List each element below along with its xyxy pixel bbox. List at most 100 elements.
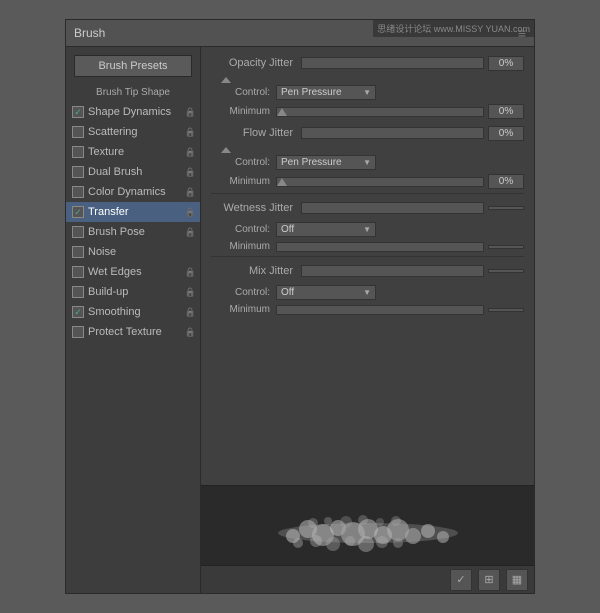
- minimum1-slider[interactable]: [276, 107, 484, 117]
- mix-jitter-row: Mix Jitter: [211, 261, 524, 281]
- lock-icon-shape-dynamics: 🔒: [185, 107, 196, 118]
- mix-jitter-slider[interactable]: [301, 265, 484, 277]
- sidebar: Brush Presets Brush Tip Shape ✓ Shape Dyn…: [66, 47, 201, 593]
- minimum2-label: Minimum: [221, 176, 276, 187]
- brush-presets-button[interactable]: Brush Presets: [74, 55, 192, 77]
- checkbox-protect-texture[interactable]: [72, 326, 84, 338]
- lock-icon-color-dynamics: 🔒: [185, 187, 196, 198]
- dropdown2-arrow: ▼: [363, 158, 371, 167]
- minimum1-label: Minimum: [221, 106, 276, 117]
- minimum2-thumb: [277, 178, 287, 186]
- label-scattering: Scattering: [88, 126, 183, 138]
- lock-icon-texture: 🔒: [185, 147, 196, 158]
- label-dual-brush: Dual Brush: [88, 166, 183, 178]
- minimum4-slider[interactable]: [276, 305, 484, 315]
- minimum2-value[interactable]: 0%: [488, 174, 524, 189]
- flow-jitter-row: Flow Jitter 0%: [211, 123, 524, 143]
- label-build-up: Build-up: [88, 286, 183, 298]
- control2-row: Control: Pen Pressure ▼: [211, 155, 524, 170]
- label-color-dynamics: Color Dynamics: [88, 186, 183, 198]
- control4-label: Control:: [221, 287, 276, 298]
- checkbox-wet-edges[interactable]: [72, 266, 84, 278]
- label-transfer: Transfer: [88, 206, 183, 218]
- up-arrow-icon1: [221, 77, 231, 83]
- label-shape-dynamics: Shape Dynamics: [88, 106, 183, 118]
- checkbox-brush-pose[interactable]: [72, 226, 84, 238]
- sidebar-item-transfer[interactable]: ✓ Transfer🔒: [66, 202, 200, 222]
- checkbox-noise[interactable]: [72, 246, 84, 258]
- flow-jitter-slider[interactable]: [301, 127, 484, 139]
- mix-jitter-label: Mix Jitter: [211, 265, 301, 277]
- mix-jitter-value[interactable]: [488, 269, 524, 273]
- wetness-jitter-value[interactable]: [488, 206, 524, 210]
- control3-row: Control: Off ▼: [211, 222, 524, 237]
- flow-jitter-label: Flow Jitter: [211, 127, 301, 139]
- opacity-jitter-slider[interactable]: [301, 57, 484, 69]
- sidebar-item-wet-edges[interactable]: Wet Edges🔒: [66, 262, 200, 282]
- minimum3-row: Minimum: [211, 241, 524, 252]
- brush-tip-shape-label: Brush Tip Shape: [66, 85, 200, 102]
- sidebar-item-brush-pose[interactable]: Brush Pose🔒: [66, 222, 200, 242]
- minimum4-label: Minimum: [221, 304, 276, 315]
- control1-dropdown[interactable]: Pen Pressure ▼: [276, 85, 376, 100]
- label-noise: Noise: [88, 246, 196, 258]
- lock-icon-wet-edges: 🔒: [185, 267, 196, 278]
- wetness-jitter-slider[interactable]: [301, 202, 484, 214]
- up-arrow-icon2: [221, 147, 231, 153]
- tool-btn-new[interactable]: ▦: [506, 569, 528, 591]
- minimum1-value[interactable]: 0%: [488, 104, 524, 119]
- minimum3-value[interactable]: [488, 245, 524, 249]
- brush-preview: [201, 485, 534, 565]
- dropdown4-arrow: ▼: [363, 288, 371, 297]
- control2-label: Control:: [221, 157, 276, 168]
- minimum1-row: Minimum 0%: [211, 104, 524, 119]
- content-area: Opacity Jitter 0% Control: Pen Pressure …: [201, 47, 534, 593]
- checkbox-smoothing[interactable]: ✓: [72, 306, 84, 318]
- sidebar-item-noise[interactable]: Noise: [66, 242, 200, 262]
- checkbox-build-up[interactable]: [72, 286, 84, 298]
- checkbox-color-dynamics[interactable]: [72, 186, 84, 198]
- checkbox-transfer[interactable]: ✓: [72, 206, 84, 218]
- sidebar-item-color-dynamics[interactable]: Color Dynamics🔒: [66, 182, 200, 202]
- control1-row: Control: Pen Pressure ▼: [211, 85, 524, 100]
- lock-icon-transfer: 🔒: [185, 207, 196, 218]
- label-protect-texture: Protect Texture: [88, 326, 183, 338]
- minimum2-slider[interactable]: [276, 177, 484, 187]
- minimum3-slider[interactable]: [276, 242, 484, 252]
- sidebar-items-list: ✓Shape Dynamics🔒Scattering🔒Texture🔒Dual …: [66, 102, 200, 342]
- lock-icon-scattering: 🔒: [185, 127, 196, 138]
- divider1: [211, 193, 524, 194]
- label-smoothing: Smoothing: [88, 306, 183, 318]
- checkbox-scattering[interactable]: [72, 126, 84, 138]
- label-texture: Texture: [88, 146, 183, 158]
- dropdown1-arrow: ▼: [363, 88, 371, 97]
- divider2: [211, 256, 524, 257]
- control2-dropdown[interactable]: Pen Pressure ▼: [276, 155, 376, 170]
- flow-jitter-value[interactable]: 0%: [488, 126, 524, 141]
- brush-stroke-svg: [238, 491, 498, 561]
- control4-dropdown[interactable]: Off ▼: [276, 285, 376, 300]
- triangle-row2: [211, 147, 524, 153]
- sidebar-item-texture[interactable]: Texture🔒: [66, 142, 200, 162]
- sidebar-item-shape-dynamics[interactable]: ✓ Shape Dynamics🔒: [66, 102, 200, 122]
- control3-dropdown[interactable]: Off ▼: [276, 222, 376, 237]
- opacity-jitter-value[interactable]: 0%: [488, 56, 524, 71]
- tool-btn-grid[interactable]: ⊞: [478, 569, 500, 591]
- lock-icon-build-up: 🔒: [185, 287, 196, 298]
- minimum2-row: Minimum 0%: [211, 174, 524, 189]
- checkbox-texture[interactable]: [72, 146, 84, 158]
- control1-label: Control:: [221, 87, 276, 98]
- sidebar-item-build-up[interactable]: Build-up🔒: [66, 282, 200, 302]
- minimum4-value[interactable]: [488, 308, 524, 312]
- tool-btn-check[interactable]: ✓: [450, 569, 472, 591]
- sidebar-item-protect-texture[interactable]: Protect Texture🔒: [66, 322, 200, 342]
- checkbox-shape-dynamics[interactable]: ✓: [72, 106, 84, 118]
- lock-icon-smoothing: 🔒: [185, 307, 196, 318]
- bottom-toolbar: ✓ ⊞ ▦: [201, 565, 534, 593]
- checkbox-dual-brush[interactable]: [72, 166, 84, 178]
- control4-row: Control: Off ▼: [211, 285, 524, 300]
- sidebar-item-smoothing[interactable]: ✓ Smoothing🔒: [66, 302, 200, 322]
- sidebar-item-scattering[interactable]: Scattering🔒: [66, 122, 200, 142]
- label-wet-edges: Wet Edges: [88, 266, 183, 278]
- sidebar-item-dual-brush[interactable]: Dual Brush🔒: [66, 162, 200, 182]
